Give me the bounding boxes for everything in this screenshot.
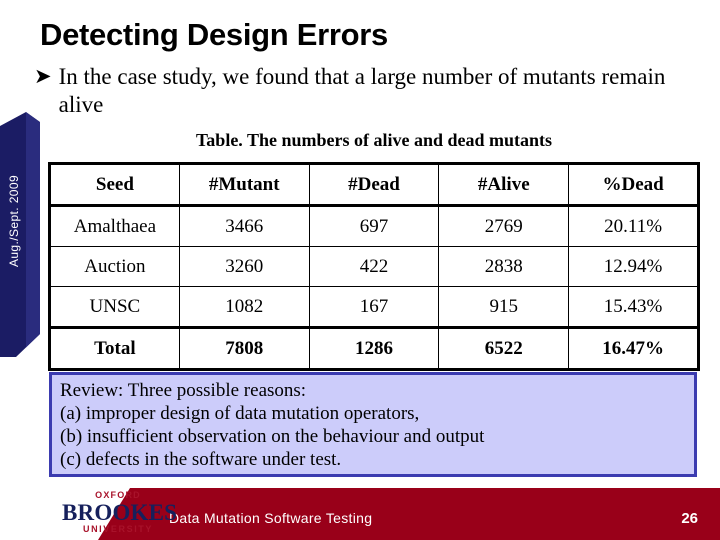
review-line: Review: Three possible reasons: (60, 380, 307, 401)
table-cell: 2769 (438, 205, 570, 247)
review-callout-box: Review: Three possible reasons: (a) impr… (49, 372, 697, 477)
table-header-row: Seed #Mutant #Dead #Alive %Dead (49, 163, 699, 207)
table-cell: Auction (49, 246, 180, 287)
table-cell: 422 (308, 246, 440, 287)
column-header: #Dead (308, 163, 440, 207)
table-cell: Total (49, 326, 180, 370)
table-cell: 915 (438, 286, 570, 328)
date-side-tab: Aug./Sept. 2009 (0, 112, 40, 357)
side-tab-shade (26, 112, 40, 357)
bullet-item: ➤ In the case study, we found that a lar… (34, 63, 679, 119)
review-line: (c) defects in the software under test. (60, 449, 342, 470)
table-row: Amalthaea 3466 697 2769 20.11% (49, 205, 699, 247)
table-cell: 3260 (178, 246, 310, 287)
logo-line-university: UNIVERSITY (82, 524, 153, 534)
page-title: Detecting Design Errors (40, 17, 388, 52)
table-cell: 16.47% (568, 326, 699, 370)
table-cell: 6522 (438, 326, 570, 370)
table-cell: 1286 (308, 326, 440, 370)
table-cell: 7808 (178, 326, 310, 370)
review-line: (a) improper design of data mutation ope… (60, 403, 420, 424)
column-header: %Dead (568, 163, 699, 207)
column-header: Seed (49, 163, 180, 207)
table-cell: 1082 (178, 286, 310, 328)
table-row: Auction 3260 422 2838 12.94% (49, 246, 699, 287)
table-cell: Amalthaea (49, 205, 180, 247)
table-caption: Table. The numbers of alive and dead mut… (195, 130, 553, 150)
arrowhead-bullet-icon: ➤ (34, 64, 52, 88)
table-cell: 12.94% (568, 246, 699, 287)
column-header: #Alive (438, 163, 570, 207)
table-cell: 15.43% (568, 286, 699, 328)
mutants-table: Seed #Mutant #Dead #Alive %Dead Amalthae… (48, 162, 700, 371)
table-cell: 2838 (438, 246, 570, 287)
table-cell: 20.11% (568, 205, 699, 247)
table-cell: UNSC (49, 286, 180, 328)
footer-title: Data Mutation Software Testing (169, 510, 373, 526)
column-header: #Mutant (178, 163, 310, 207)
table-total-row: Total 7808 1286 6522 16.47% (49, 326, 699, 370)
side-tab-date-label: Aug./Sept. 2009 (7, 174, 21, 268)
oxford-brookes-logo: OXFORD BROOKES UNIVERSITY (62, 490, 178, 534)
table-row: UNSC 1082 167 915 15.43% (49, 286, 699, 328)
logo-line-brookes: BROOKES (62, 500, 178, 525)
table-cell: 167 (308, 286, 440, 328)
table-cell: 697 (308, 205, 440, 247)
table-cell: 3466 (178, 205, 310, 247)
bullet-item-text: In the case study, we found that a large… (58, 64, 666, 117)
review-line: (b) insufficient observation on the beha… (60, 426, 485, 447)
page-number: 26 (681, 510, 698, 527)
logo-line-oxford: OXFORD (95, 490, 141, 500)
